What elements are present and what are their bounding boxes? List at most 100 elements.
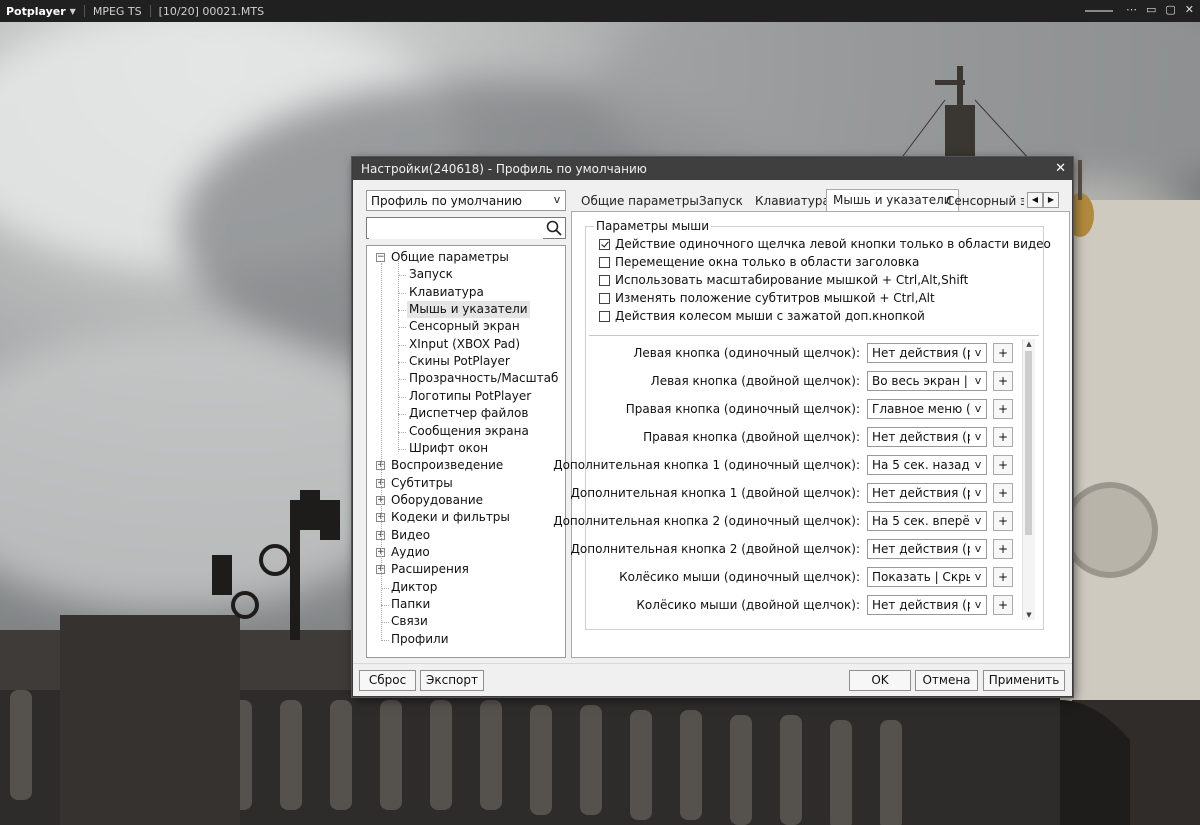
scroll-down-icon[interactable]: ▼ [1024, 610, 1034, 620]
tree-item[interactable]: Общие параметры [389, 249, 511, 266]
action-select[interactable]: Нет действия (рек v [867, 483, 987, 503]
reset-button[interactable]: Сброс [359, 670, 416, 691]
add-action-button[interactable]: + [993, 511, 1013, 531]
tree-item[interactable]: Диктор [389, 579, 439, 596]
action-select[interactable]: Нет действия (рек v [867, 539, 987, 559]
app-menu-arrow-icon[interactable]: ▼ [70, 7, 76, 16]
tab-item[interactable]: Сенсорный э [940, 191, 1024, 211]
tab-item[interactable]: Клавиатура [749, 191, 836, 211]
tree-item[interactable]: Сенсорный экран [407, 318, 522, 335]
action-select[interactable]: Главное меню (ре v [867, 399, 987, 419]
tree-item[interactable]: XInput (XBOX Pad) [407, 336, 522, 353]
tree-item-label: Шрифт окон [409, 440, 489, 455]
tree-item[interactable]: Связи [389, 613, 430, 630]
tree-item[interactable]: Шрифт окон [407, 440, 490, 457]
tree-item[interactable]: Скины PotPlayer [407, 353, 512, 370]
action-select[interactable]: Во весь экран | Во v [867, 371, 987, 391]
option-checkbox-row[interactable]: Действия колесом мыши с зажатой доп.кноп… [599, 308, 925, 324]
tree-item[interactable]: Оборудование [389, 492, 485, 509]
tree-item[interactable]: Субтитры [389, 475, 455, 492]
checkbox[interactable] [599, 238, 610, 250]
titlebar-divider [149, 5, 151, 17]
tree-item[interactable]: Сообщения экрана [407, 423, 531, 440]
checkbox[interactable] [599, 310, 610, 322]
tab-item[interactable]: Мышь и указатели [826, 189, 959, 213]
tree-item[interactable]: Папки [389, 596, 432, 613]
tab-scroll-right-icon[interactable]: ▶ [1043, 192, 1059, 208]
tab-scroll-left-icon[interactable]: ◀ [1027, 192, 1043, 208]
checkbox[interactable] [599, 256, 610, 268]
action-select[interactable]: Нет действия (рек v [867, 343, 987, 363]
action-select[interactable]: Нет действия (рек v [867, 427, 987, 447]
tree-connector [381, 263, 382, 641]
chevron-down-icon: v [970, 484, 986, 502]
binding-label: Колёсико мыши (двойной щелчок): [636, 598, 860, 612]
checkbox-label: Перемещение окна только в области заголо… [615, 255, 920, 269]
profile-select[interactable]: Профиль по умолчанию v [366, 190, 566, 211]
collapse-icon[interactable]: − [376, 253, 385, 262]
search-field[interactable] [369, 219, 543, 239]
tab-item[interactable]: Запуск [693, 191, 749, 211]
option-checkbox-row[interactable]: Использовать масштабирование мышкой + Ct… [599, 272, 968, 288]
tab-item[interactable]: Общие параметры [575, 191, 705, 211]
option-checkbox-row[interactable]: Изменять положение субтитров мышкой + Ct… [599, 290, 935, 306]
tree-item-label: Видео [391, 527, 431, 542]
add-action-button[interactable]: + [993, 399, 1013, 419]
volume-slider[interactable] [1084, 10, 1113, 12]
add-action-button[interactable]: + [993, 455, 1013, 475]
add-action-button[interactable]: + [993, 483, 1013, 503]
app-menu-button[interactable]: Potplayer [6, 5, 66, 18]
action-select[interactable]: На 5 сек. назад (р v [867, 455, 987, 475]
maximize-icon[interactable]: ▢ [1165, 3, 1175, 16]
tree-connector [381, 587, 389, 589]
tree-item[interactable]: Воспроизведение [389, 457, 505, 474]
bindings-scrollbar[interactable]: ▲ ▼ [1022, 339, 1035, 620]
tree-item[interactable]: Видео [389, 527, 432, 544]
checkbox-label: Действия колесом мыши с зажатой доп.кноп… [615, 309, 925, 323]
scroll-up-icon[interactable]: ▲ [1024, 339, 1034, 349]
dialog-titlebar[interactable]: Настройки(240618) - Профиль по умолчанию [353, 158, 1072, 180]
option-checkbox-row[interactable]: Действие одиночного щелчка левой кнопки … [599, 236, 1051, 252]
tree-item[interactable]: Запуск [407, 266, 455, 283]
binding-label: Левая кнопка (двойной щелчок): [650, 374, 860, 388]
action-select[interactable]: На 5 сек. вперёд v [867, 511, 987, 531]
close-icon[interactable]: ✕ [1055, 161, 1066, 176]
tree-item[interactable]: Логотипы PotPlayer [407, 388, 533, 405]
apply-button[interactable]: Применить [983, 670, 1065, 691]
option-checkbox-row[interactable]: Перемещение окна только в области заголо… [599, 254, 919, 270]
add-action-button[interactable]: + [993, 371, 1013, 391]
action-select[interactable]: Нет действия (рек v [867, 595, 987, 615]
checkbox[interactable] [599, 274, 610, 286]
scrollbar-thumb[interactable] [1025, 351, 1032, 535]
minimize-icon[interactable]: ▭ [1146, 3, 1156, 16]
close-icon[interactable]: ✕ [1185, 3, 1194, 16]
tree-item[interactable]: Диспетчер файлов [407, 405, 530, 422]
export-button[interactable]: Экспорт [420, 670, 484, 691]
tree-item[interactable]: Мышь и указатели [407, 301, 530, 319]
add-action-button[interactable]: + [993, 539, 1013, 559]
checkbox[interactable] [599, 292, 610, 304]
tree-item-label: Профили [391, 631, 449, 646]
action-select[interactable]: Показать | Скрыть v [867, 567, 987, 587]
tree-item[interactable]: Расширения [389, 561, 471, 578]
tree-item[interactable]: Прозрачность/Масштаб [407, 370, 560, 387]
add-action-button[interactable]: + [993, 343, 1013, 363]
action-select-value: Главное меню (ре [872, 402, 986, 416]
mouse-options-group: Параметры мыши Действие одиночного щелчк… [553, 219, 1051, 630]
add-action-button[interactable]: + [993, 427, 1013, 447]
search-input[interactable] [366, 217, 566, 239]
tree-connector [398, 414, 406, 416]
tree-item-label: Оборудование [391, 492, 483, 507]
tree-item[interactable]: Аудио [389, 544, 432, 561]
chevron-down-icon: v [970, 428, 986, 446]
cancel-button[interactable]: Отмена [915, 670, 978, 691]
add-action-button[interactable]: + [993, 595, 1013, 615]
add-action-button[interactable]: + [993, 567, 1013, 587]
pin-icon[interactable]: ⋯ [1126, 3, 1137, 16]
tree-connector [398, 448, 406, 450]
tree-item[interactable]: Клавиатура [407, 284, 486, 301]
ok-button[interactable]: OK [849, 670, 911, 691]
search-icon[interactable] [546, 220, 562, 236]
tree-item[interactable]: Профили [389, 631, 451, 648]
tree-item[interactable]: Кодеки и фильтры [389, 509, 512, 526]
